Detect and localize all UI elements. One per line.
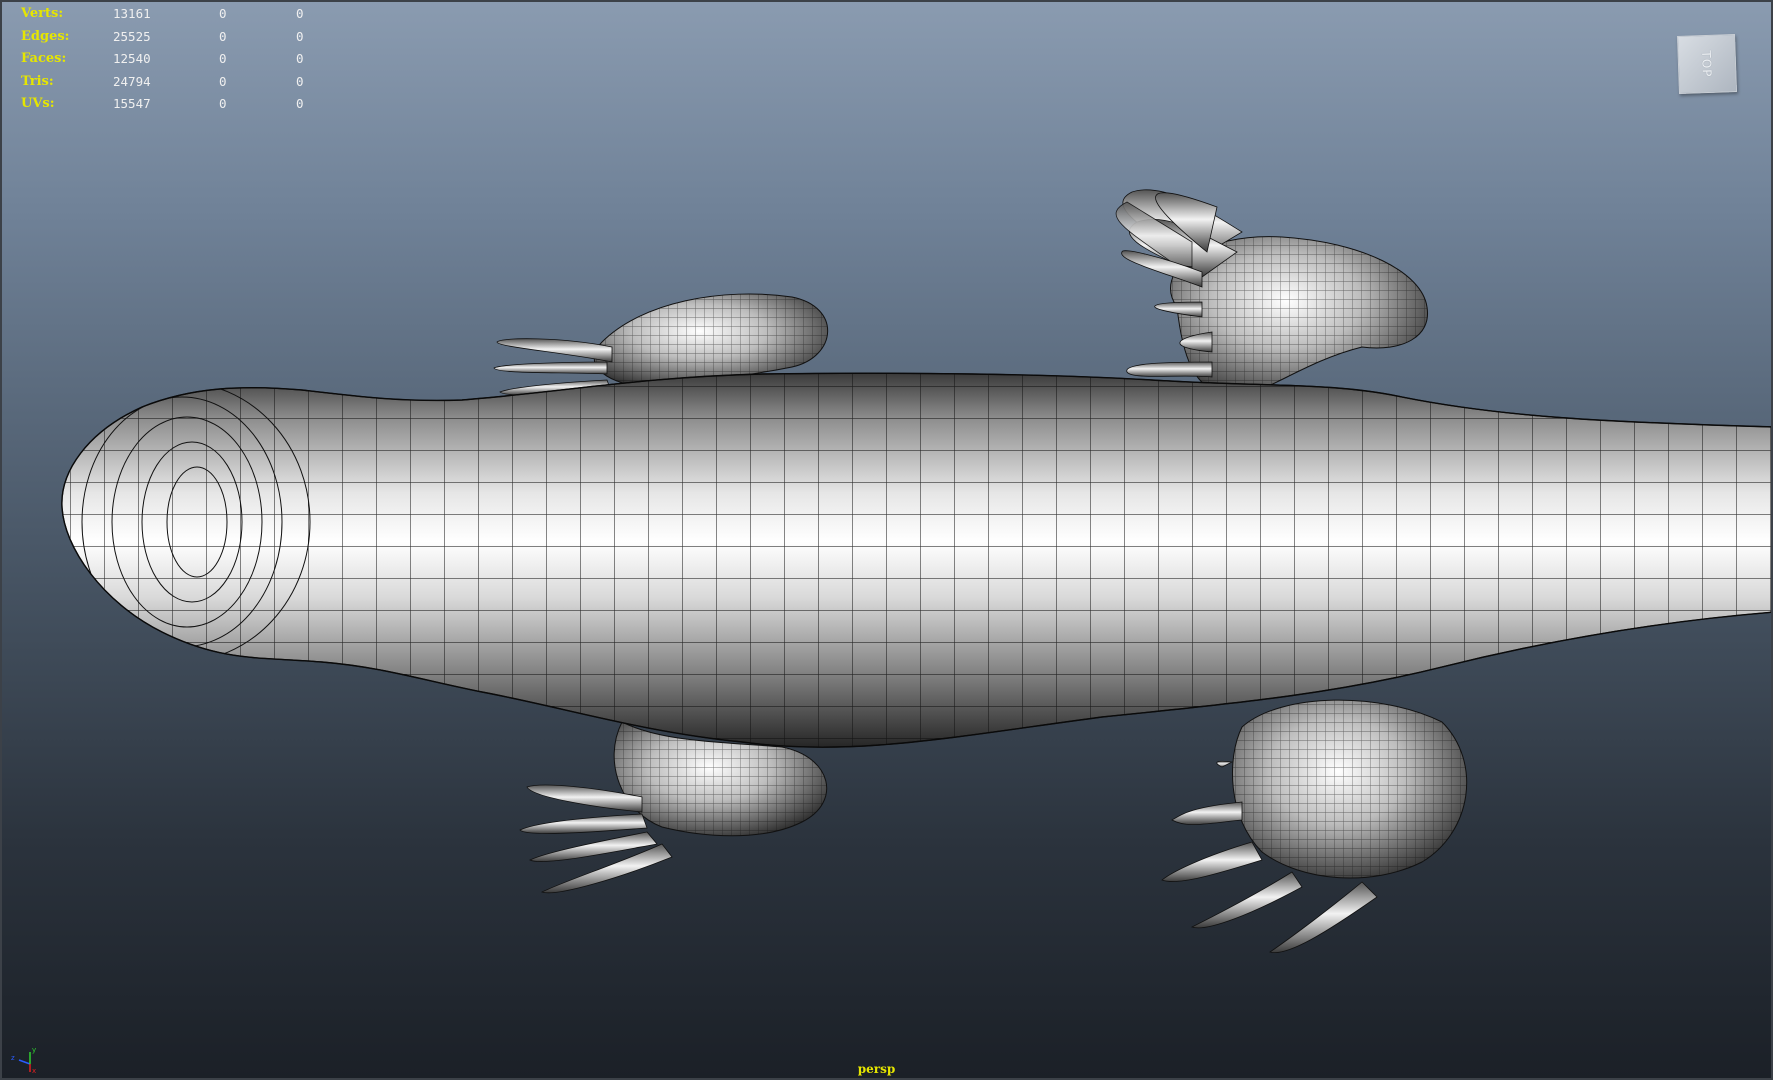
poly-count-hud: Verts: 13161 0 0 Edges: 25525 0 0 Faces:… [21,3,369,116]
hud-component: 0 [296,28,304,44]
hud-selected: 0 [219,6,227,21]
camera-name-label: persp [2,1062,1771,1076]
hud-selected: 0 [219,28,227,44]
hud-label: UVs: [21,96,55,112]
viewcube[interactable]: TOP [1677,34,1737,94]
hud-selected: 0 [219,96,227,112]
camera-name: persp [857,1062,896,1076]
hud-selected: 0 [219,73,227,89]
hud-row-edges: Edges: 25525 0 0 [21,26,369,49]
front-right-leg[interactable] [519,721,828,894]
z-axis-label: z [11,1054,15,1062]
viewport-panel[interactable]: Verts: 13161 0 0 Edges: 25525 0 0 Faces:… [0,0,1773,1080]
hud-component: 0 [296,96,304,112]
hud-total: 12540 [113,51,151,67]
hud-row-verts: Verts: 13161 0 0 [21,3,369,26]
hud-label: Edges: [21,28,70,44]
rear-left-leg[interactable] [1115,189,1429,398]
hud-total: 25525 [113,28,151,44]
hud-row-faces: Faces: 12540 0 0 [21,48,369,71]
hud-component: 0 [296,6,304,21]
hud-row-uvs: UVs: 15547 0 0 [21,93,369,116]
hud-total: 24794 [113,73,151,89]
hud-component: 0 [296,73,304,89]
hud-label: Tris: [21,73,54,89]
hud-label: Verts: [21,6,64,21]
y-axis-label: y [32,1046,36,1054]
rear-right-leg[interactable] [1161,699,1468,954]
hud-row-tris: Tris: 24794 0 0 [21,71,369,94]
lizard-body[interactable] [2,362,1773,782]
hud-selected: 0 [219,51,227,67]
hud-component: 0 [296,51,304,67]
viewcube-face-label[interactable]: TOP [1700,50,1715,77]
hud-total: 13161 [113,6,151,21]
hud-label: Faces: [21,51,67,67]
hud-total: 15547 [113,96,151,112]
lizard-mesh[interactable] [2,2,1773,1080]
